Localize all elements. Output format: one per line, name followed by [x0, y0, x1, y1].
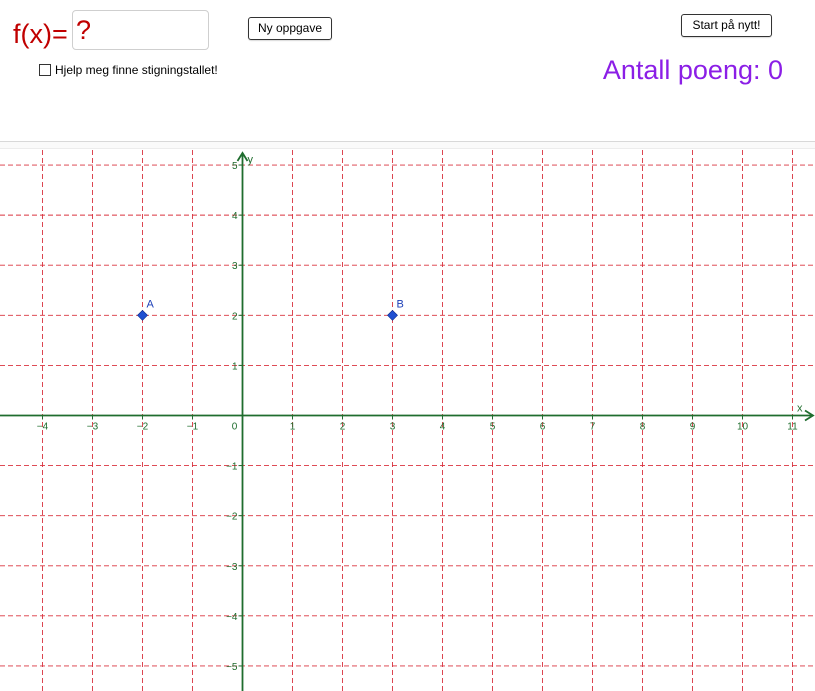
point-a[interactable]: A	[137, 298, 155, 321]
panel-divider	[0, 141, 815, 149]
x-tick-label: 7	[590, 421, 596, 432]
score-display: Antall poeng: 0	[602, 55, 783, 85]
x-tick-label: 6	[540, 421, 546, 432]
restart-button[interactable]: Start på nytt!	[681, 14, 772, 37]
function-input[interactable]	[72, 10, 209, 50]
x-tick-label: 10	[737, 421, 749, 432]
x-tick-label: −3	[87, 421, 99, 432]
x-axis-label: x	[797, 402, 803, 414]
y-tick-label: −1	[226, 462, 238, 473]
geogebra-app: f(x)= Ny oppgave Start på nytt! Hjelp me…	[0, 0, 815, 691]
help-checkbox-row[interactable]: Hjelp meg finne stigningstallet!	[39, 63, 218, 77]
function-label: f(x)=	[13, 19, 68, 49]
axes: x y −4 −3 −2 −1 1 2 3 4 5 6 7 8 9 10 11 0 −5 −4 −3 −2 −1 1 2 3 4 5	[0, 151, 815, 691]
help-checkbox[interactable]	[39, 64, 51, 76]
origin-label: 0	[232, 421, 238, 432]
x-tick-label: −2	[137, 421, 149, 432]
y-tick-label: 4	[232, 211, 238, 222]
point-label: B	[397, 298, 404, 310]
y-tick-label: −5	[226, 662, 238, 673]
y-tick-label: −3	[226, 562, 238, 573]
x-tick-label: 5	[490, 421, 496, 432]
y-tick-label: −2	[226, 512, 238, 523]
x-tick-label: 3	[390, 421, 396, 432]
x-tick-label: 9	[690, 421, 696, 432]
help-checkbox-label: Hjelp meg finne stigningstallet!	[55, 63, 218, 77]
x-tick-label: 2	[340, 421, 346, 432]
x-tick-label: 11	[787, 421, 798, 432]
y-tick-label: 5	[232, 161, 238, 172]
point-marker-icon[interactable]	[387, 309, 398, 321]
points[interactable]: AB	[137, 298, 404, 321]
y-tick-label: 2	[232, 311, 238, 322]
x-tick-label: 4	[440, 421, 446, 432]
x-tick-label: 1	[290, 421, 296, 432]
x-tick-label: 8	[640, 421, 646, 432]
new-task-button[interactable]: Ny oppgave	[248, 17, 332, 40]
y-tick-label: −4	[226, 612, 238, 623]
x-tick-label: −1	[187, 421, 199, 432]
point-label: A	[147, 298, 155, 310]
point-marker-icon[interactable]	[137, 309, 148, 321]
point-b[interactable]: B	[387, 298, 404, 321]
y-tick-label: 1	[232, 361, 238, 372]
y-tick-label: 3	[232, 261, 238, 272]
x-tick-label: −4	[37, 421, 49, 432]
graphics-view[interactable]: x y −4 −3 −2 −1 1 2 3 4 5 6 7 8 9 10 11 0 −5 −4 −3 −2 −1 1 2 3 4 5 …	[0, 150, 815, 691]
y-axis-label: y	[248, 154, 254, 166]
coordinate-system[interactable]: xy−4 −3 −2 −1 1 2 3 4 5 6 7 8 9 10 110−5−4−3−2−112345 …	[0, 150, 815, 691]
